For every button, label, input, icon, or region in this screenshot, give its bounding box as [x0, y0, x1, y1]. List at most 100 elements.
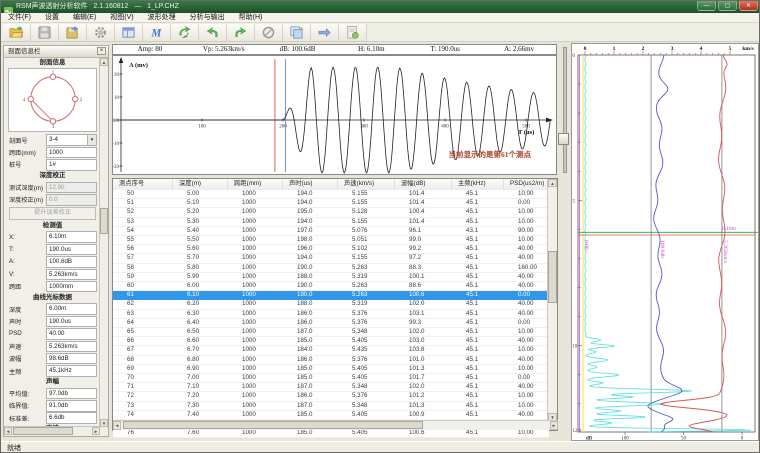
open-file-button[interactable]	[3, 24, 31, 41]
sidebar-vscroll-thumb[interactable]	[100, 208, 108, 234]
table-row[interactable]: 737.301000187.05.348101.345.110.00	[113, 402, 549, 411]
column-header-5[interactable]: 波幅(dB)	[395, 179, 452, 190]
column-header-0[interactable]: 测点序号	[113, 179, 173, 190]
cell: 45.1	[452, 218, 504, 226]
table-row[interactable]: 696.901000185.05.405101.345.110.00	[113, 365, 549, 374]
field-value-detect-4[interactable]: 1000mm	[46, 281, 97, 293]
menu-item-5[interactable]: 分析与输出	[183, 13, 232, 22]
table-row[interactable]: 626.201000188.05.319102.045.140.00	[113, 300, 549, 309]
field-value-detect-2[interactable]: 100.6dB	[46, 256, 97, 268]
table-row[interactable]: 666.601000185.05.405103.045.140.00	[113, 337, 549, 346]
table-row[interactable]: 565.601000196.05.10299.245.140.00	[113, 245, 549, 254]
zoom-mode-button[interactable]: M	[143, 24, 171, 41]
sidebar-hscroll-thumb[interactable]	[13, 427, 73, 435]
scroll-right-icon[interactable]: ►	[550, 421, 558, 430]
report-button[interactable]	[339, 24, 367, 41]
menu-item-4[interactable]: 波形处理	[141, 13, 183, 22]
sidebar-hscrollbar[interactable]: ◄ ►	[4, 426, 100, 436]
field-value-cursor-4[interactable]: 98.6dB	[46, 353, 97, 365]
refresh-analyze-button[interactable]	[171, 24, 199, 41]
field-value-profile-0[interactable]: 3-4▼	[46, 134, 97, 146]
lift-correction-button[interactable]: 提升误差校正	[9, 207, 96, 220]
table-row[interactable]: 525.201000195.05.128100.445.110.00	[113, 208, 549, 217]
maximize-button[interactable]: ▢	[718, 1, 737, 11]
table-row[interactable]: 545.401000197.05.07696.143.190.00	[113, 227, 549, 236]
table-row[interactable]: 727.201000186.05.376101.245.110.00	[113, 392, 549, 401]
table-row[interactable]: 717.101000187.05.348102.045.140.00	[113, 383, 549, 392]
field-value-cursor-0[interactable]: 6.00m	[46, 303, 97, 315]
waveform-panel[interactable]: 20100.0-10-20100200300400500A (mv)T (us)…	[112, 55, 557, 175]
field-value-detect-0[interactable]: 6.10m	[46, 231, 97, 243]
sidebar-vscrollbar[interactable]: ▲ ▼	[99, 58, 108, 427]
scroll-left-icon[interactable]: ◄	[113, 421, 121, 430]
table-row[interactable]: 676.701000184.05.435103.845.110.00	[113, 346, 549, 355]
table-row[interactable]: 606.001000190.05.26388.645.140.00	[113, 282, 549, 291]
table-row[interactable]: 656.501000187.05.348102.045.110.00	[113, 328, 549, 337]
scroll-up-icon[interactable]: ▲	[100, 58, 108, 66]
table-row[interactable]: 515.101000194.05.155101.445.10.00	[113, 199, 549, 208]
validate-button[interactable]	[255, 24, 283, 41]
column-header-3[interactable]: 声时(us)	[283, 179, 338, 190]
copy-window-button[interactable]	[283, 24, 311, 41]
table-row[interactable]: 555.501000198.05.05199.045.110.00	[113, 236, 549, 245]
table-row[interactable]: 585.801000190.05.26388.345.1160.00	[113, 264, 549, 273]
column-header-1[interactable]: 深度(m)	[173, 179, 228, 190]
scroll-down-icon[interactable]: ▼	[100, 419, 108, 427]
table-row[interactable]: 707.001000185.05.405101.745.10.00	[113, 374, 549, 383]
settings-gear-button[interactable]	[87, 24, 115, 41]
table-vscroll-thumb[interactable]	[548, 251, 557, 303]
field-value-cursor-3[interactable]: 5.263km/s	[46, 341, 97, 353]
table-vscrollbar[interactable]: ▲ ▼	[547, 179, 557, 421]
menu-item-1[interactable]: 设置	[38, 13, 66, 22]
table-row[interactable]: 686.801000186.05.376101.045.140.00	[113, 356, 549, 365]
panel-close-icon[interactable]: ×	[97, 47, 106, 55]
slider-thumb[interactable]	[558, 133, 569, 145]
field-value-cursor-1[interactable]: 190.0us	[46, 316, 97, 328]
minimize-button[interactable]: —	[697, 1, 716, 11]
column-header-6[interactable]: 主频(kHz)	[452, 179, 504, 190]
table-row[interactable]: 636.301000186.05.376103.145.140.00	[113, 310, 549, 319]
field-value-cursor-2[interactable]: 40.00	[46, 328, 97, 340]
undo-button[interactable]	[199, 24, 227, 41]
wave-gain-slider[interactable]	[558, 47, 569, 173]
table-row[interactable]: 595.901000188.05.319100.145.140.00	[113, 273, 549, 282]
transfer-button[interactable]	[311, 24, 339, 41]
save-as-button[interactable]	[59, 24, 87, 41]
field-value-amplitude-1[interactable]: 91.0db	[46, 400, 97, 412]
close-button[interactable]: ✕	[739, 1, 758, 11]
table-row-selected[interactable]: 616.101000190.05.263100.645.10.00	[113, 291, 549, 300]
cell: 6.30	[173, 310, 228, 318]
table-hscrollbar[interactable]: ◄ ►	[113, 420, 558, 430]
menu-item-0[interactable]: 文件(F)	[1, 13, 38, 22]
column-header-7[interactable]: PSD(us2/m)	[504, 179, 549, 190]
redo-button[interactable]	[227, 24, 255, 41]
dropdown-arrow-icon[interactable]: ▼	[87, 135, 96, 145]
field-value-detect-1[interactable]: 190.0us	[46, 244, 97, 256]
menu-item-6[interactable]: 帮助(H)	[232, 13, 270, 22]
depth-profile-panel[interactable]: 012345km/s051012.9100500dB0.00100.6db5.2…	[571, 43, 759, 441]
pile-section-diagram[interactable]: 1234	[8, 68, 97, 132]
scroll-right-icon[interactable]: ►	[92, 427, 100, 435]
field-value-profile-1[interactable]: 1000	[46, 147, 97, 159]
table-row[interactable]: 575.701000194.05.15597.245.140.00	[113, 254, 549, 263]
field-value-profile-2[interactable]: 1#	[46, 159, 97, 171]
table-row[interactable]: 747.401000185.05.405100.945.140.00	[113, 411, 549, 420]
table-hscroll-thumb[interactable]	[123, 421, 423, 429]
title-bar[interactable]: RSM声波透射分析软件 2.1.160812 — 1_LP.CHZ —▢✕	[1, 1, 760, 13]
field-value-amplitude-0[interactable]: 97.0db	[46, 388, 97, 400]
menu-item-2[interactable]: 编辑(E)	[66, 13, 103, 22]
column-header-2[interactable]: 跨距(mm)	[228, 179, 283, 190]
field-value-detect-3[interactable]: 5.263km/s	[46, 269, 97, 281]
menu-item-3[interactable]: 视图(V)	[103, 13, 140, 22]
table-row[interactable]: 767.601000185.05.405100.645.110.00	[113, 429, 549, 438]
scroll-left-icon[interactable]: ◄	[4, 427, 12, 435]
scroll-up-icon[interactable]: ▲	[548, 179, 557, 187]
field-value-cursor-5[interactable]: 45.1kHz	[46, 365, 97, 377]
table-row[interactable]: 505.001000194.05.155101.445.110.00	[113, 190, 549, 199]
save-button[interactable]	[31, 24, 59, 41]
window-layout-button[interactable]	[115, 24, 143, 41]
table-row[interactable]: 646.401000186.05.37699.345.10.00	[113, 319, 549, 328]
field-value-amplitude-2[interactable]: 6.6db	[46, 412, 97, 424]
table-row[interactable]: 535.301000194.05.155101.445.110.00	[113, 218, 549, 227]
column-header-4[interactable]: 声速(km/s)	[338, 179, 395, 190]
